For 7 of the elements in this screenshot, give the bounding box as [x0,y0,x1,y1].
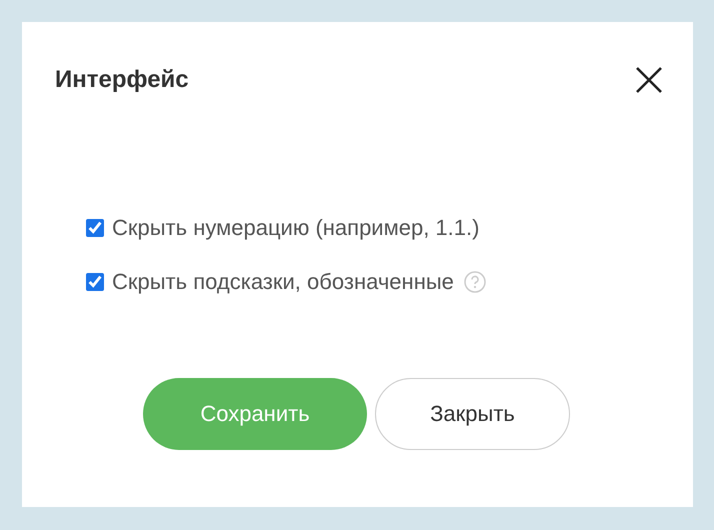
option-label: Скрыть подсказки, обозначенные [112,269,454,295]
close-button[interactable]: Закрыть [375,378,570,450]
dialog-title: Интерфейс [55,66,189,94]
checkbox[interactable] [86,273,104,291]
checkbox[interactable] [86,219,104,237]
option-label: Скрыть нумерацию (например, 1.1.) [112,215,480,241]
close-icon[interactable] [635,66,663,94]
